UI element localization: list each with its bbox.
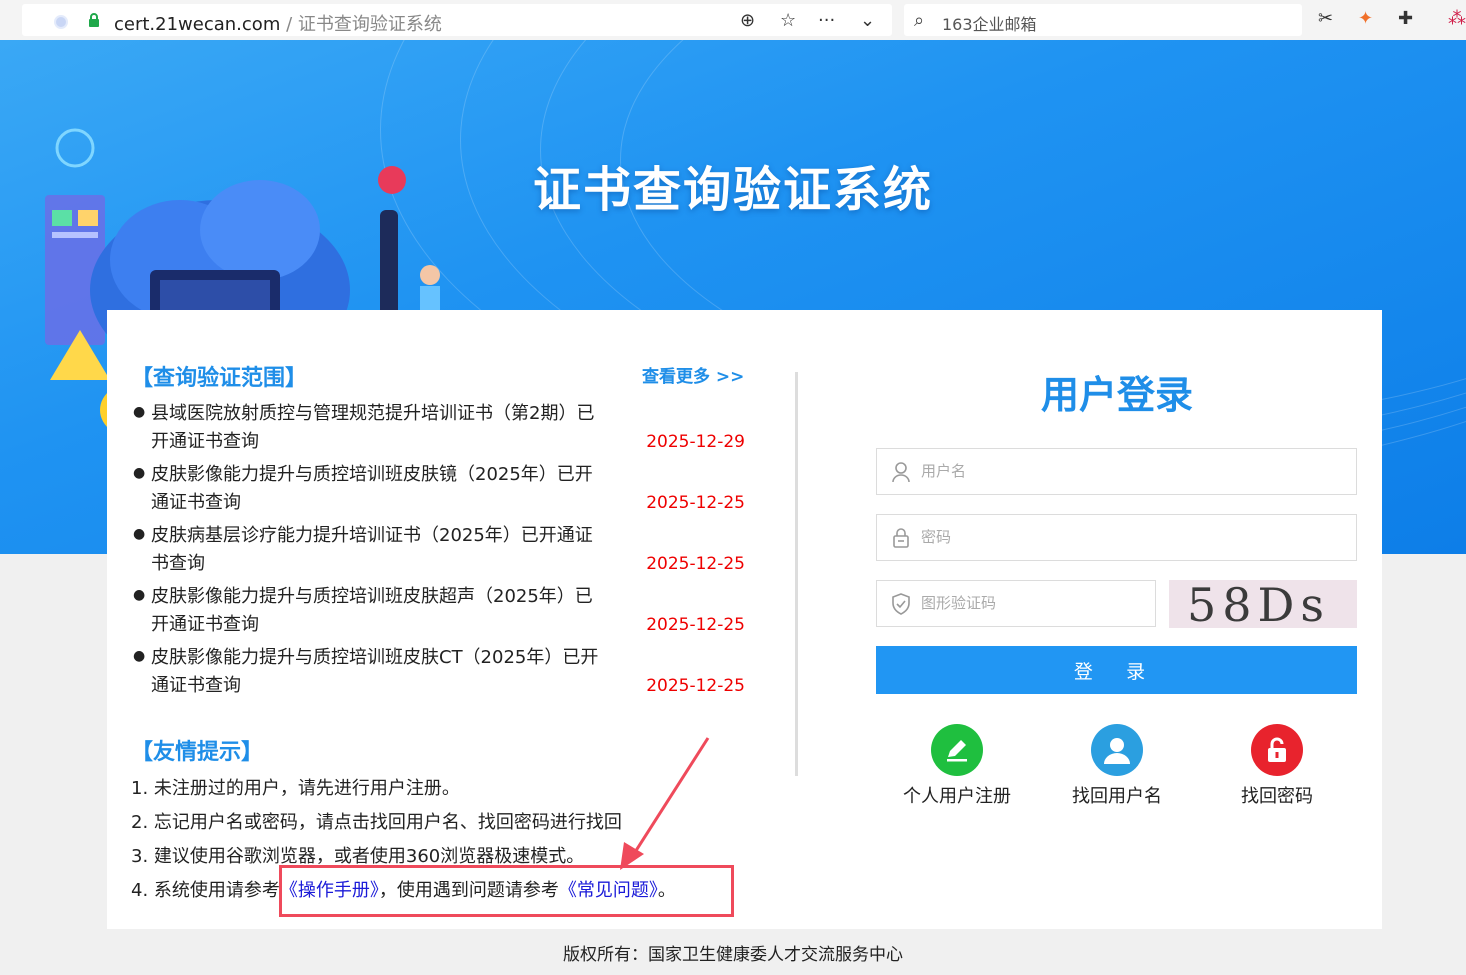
scope-title: 【查询验证范围】 — [131, 366, 308, 391]
tips-title: 【友情提示】 — [131, 740, 264, 765]
find-username-label: 找回用户名 — [1072, 786, 1162, 807]
list-item-date: 2025-12-25 — [646, 554, 745, 574]
list-item[interactable]: ● 皮肤病基层诊疗能力提升培训证书（2025年）已开通证书查询 2025-12-… — [131, 522, 751, 583]
list-item-text[interactable]: 皮肤影像能力提升与质控培训班皮肤CT（2025年）已开通证书查询 — [151, 644, 601, 700]
annotation-arrow-icon — [620, 737, 710, 870]
footer-copyright: 版权所有：国家卫生健康委人才交流服务中心 — [563, 945, 903, 965]
captcha-image[interactable]: 58Ds — [1169, 580, 1357, 628]
find-username-button[interactable]: 找回用户名 — [1047, 724, 1187, 808]
register-button[interactable]: 个人用户注册 — [887, 724, 1027, 808]
list-item-text[interactable]: 皮肤影像能力提升与质控培训班皮肤超声（2025年）已开通证书查询 — [151, 583, 601, 639]
lock-icon — [893, 528, 909, 548]
list-item[interactable]: ● 县域医院放射质控与管理规范提升培训证书（第2期）已开通证书查询 2025-1… — [131, 400, 751, 461]
search-icon: ⌕ — [914, 10, 925, 31]
main-card: 【查询验证范围】 查看更多 >> ● 县域医院放射质控与管理规范提升培训证书（第… — [107, 310, 1382, 929]
list-item[interactable]: ● 皮肤影像能力提升与质控培训班皮肤镜（2025年）已开通证书查询 2025-1… — [131, 461, 751, 522]
find-password-button[interactable]: 找回密码 — [1207, 724, 1347, 808]
user-avatar-icon — [1091, 724, 1143, 776]
list-item-date: 2025-12-25 — [646, 676, 745, 696]
page-title: 证书查询验证系统 — [532, 162, 933, 218]
annotation-highlight-box — [279, 865, 734, 917]
bullet-icon: ● — [133, 404, 146, 420]
login-button[interactable]: 登 录 — [876, 646, 1357, 694]
password-input[interactable] — [921, 515, 1341, 560]
extension-icon[interactable]: ⁂ — [1448, 8, 1466, 29]
username-input[interactable] — [921, 449, 1341, 494]
list-item-date: 2025-12-25 — [646, 493, 745, 513]
url-domain: cert.21wecan.com — [114, 14, 281, 35]
list-item-text[interactable]: 县域医院放射质控与管理规范提升培训证书（第2期）已开通证书查询 — [151, 400, 601, 456]
search-bar[interactable]: ⌕ 163企业邮箱 — [904, 4, 1302, 36]
bullet-icon: ● — [133, 526, 146, 542]
game-extension-icon[interactable]: ✦ — [1358, 8, 1373, 29]
list-item-date: 2025-12-29 — [646, 432, 745, 452]
browser-toolbar: cert.21wecan.com / 证书查询验证系统 ⊕ ☆ ··· ⌄ ⌕ … — [0, 0, 1466, 40]
scissors-icon[interactable]: ✂ — [1318, 8, 1333, 29]
url-text[interactable]: cert.21wecan.com / 证书查询验证系统 — [114, 10, 442, 36]
address-bar[interactable]: cert.21wecan.com / 证书查询验证系统 ⊕ ☆ ··· ⌄ — [22, 4, 892, 36]
register-label: 个人用户注册 — [903, 786, 1011, 807]
view-more-link[interactable]: 查看更多 >> — [642, 362, 744, 387]
pencil-icon — [931, 724, 983, 776]
site-info-icon[interactable] — [54, 15, 68, 29]
username-field[interactable] — [876, 448, 1357, 495]
chevron-down-icon[interactable]: ⌄ — [860, 10, 875, 31]
bullet-icon: ● — [133, 465, 146, 481]
captcha-input[interactable] — [921, 581, 1141, 626]
tip-text: 4. 系统使用请参考 — [131, 880, 280, 901]
password-field[interactable] — [876, 514, 1357, 561]
login-title: 用户登录 — [1040, 373, 1193, 417]
puzzle-extension-icon[interactable]: ✚ — [1398, 8, 1413, 29]
bookmark-star-icon[interactable]: ☆ — [780, 10, 796, 31]
scope-list: ● 县域医院放射质控与管理规范提升培训证书（第2期）已开通证书查询 2025-1… — [131, 400, 751, 705]
search-input[interactable]: 163企业邮箱 — [942, 11, 1037, 35]
bullet-icon: ● — [133, 587, 146, 603]
captcha-text: 58Ds — [1187, 580, 1331, 628]
list-item-text[interactable]: 皮肤病基层诊疗能力提升培训证书（2025年）已开通证书查询 — [151, 522, 601, 578]
shield-icon — [892, 593, 910, 615]
user-icon — [892, 462, 910, 483]
download-icon[interactable]: ⊕ — [740, 10, 755, 31]
lock-icon — [89, 13, 99, 27]
more-icon[interactable]: ··· — [818, 10, 835, 31]
captcha-field[interactable] — [876, 580, 1156, 627]
list-item[interactable]: ● 皮肤影像能力提升与质控培训班皮肤超声（2025年）已开通证书查询 2025-… — [131, 583, 751, 644]
list-item-date: 2025-12-25 — [646, 615, 745, 635]
url-separator: / — [280, 14, 298, 35]
find-password-label: 找回密码 — [1241, 786, 1313, 807]
unlock-icon — [1251, 724, 1303, 776]
url-path: 证书查询验证系统 — [297, 14, 442, 35]
list-item[interactable]: ● 皮肤影像能力提升与质控培训班皮肤CT（2025年）已开通证书查询 2025-… — [131, 644, 751, 705]
bullet-icon: ● — [133, 648, 146, 664]
divider — [795, 372, 798, 776]
list-item-text[interactable]: 皮肤影像能力提升与质控培训班皮肤镜（2025年）已开通证书查询 — [151, 461, 601, 517]
